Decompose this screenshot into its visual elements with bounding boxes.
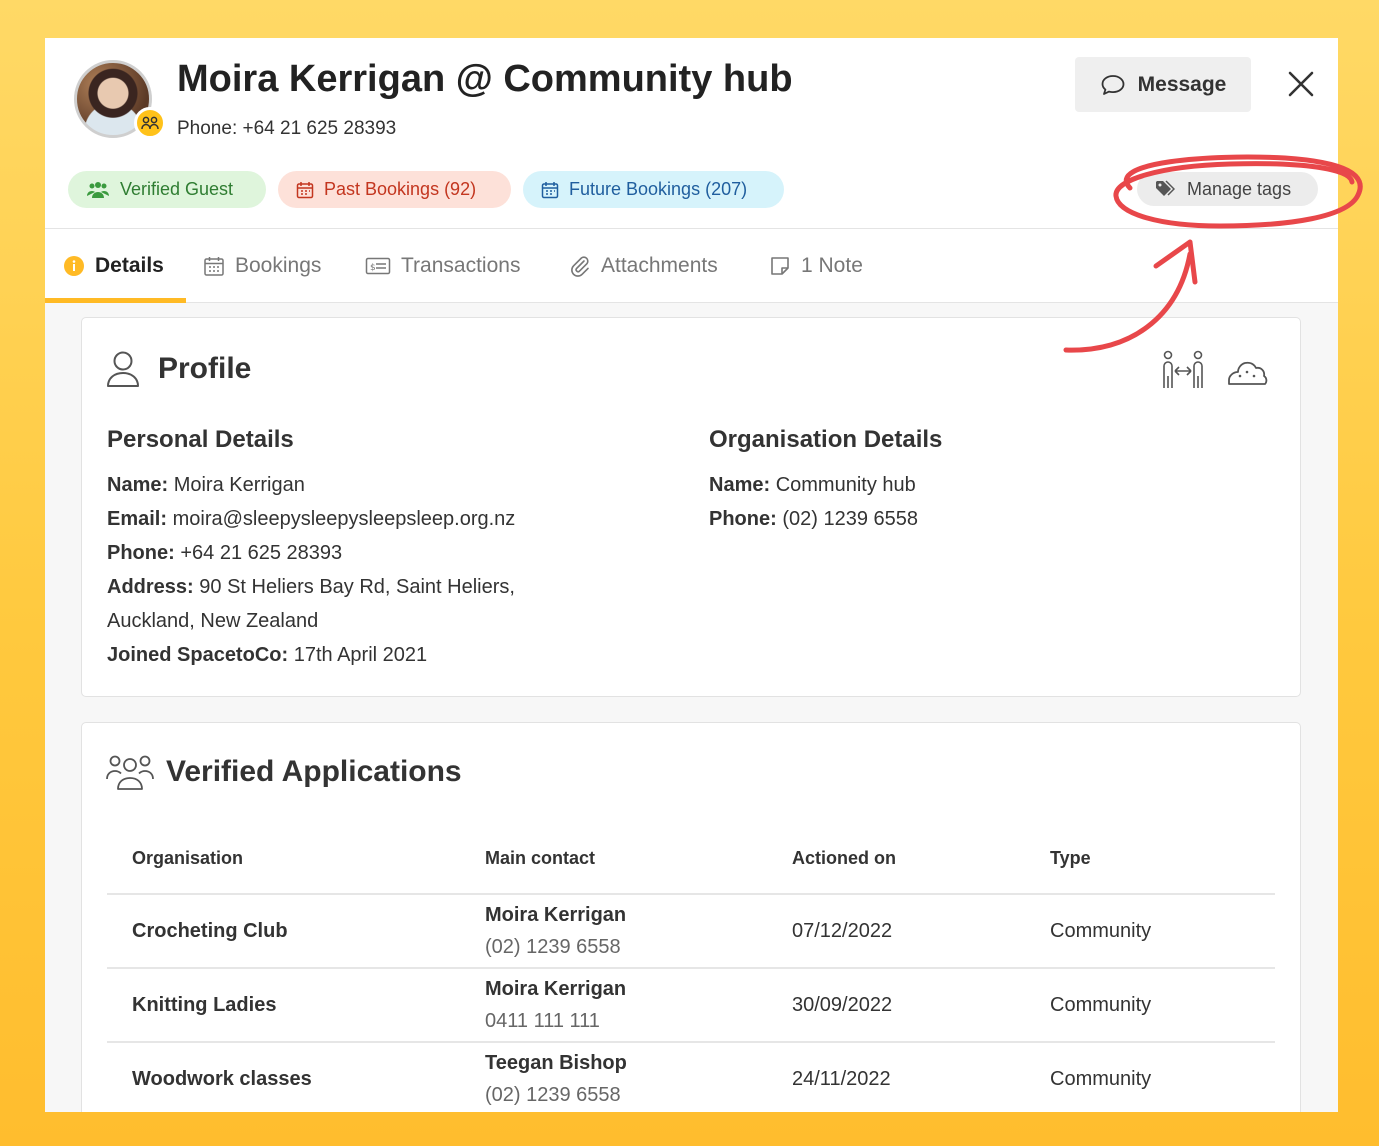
personal-email: Email: moira@sleepysleepysleepsleep.org.…: [107, 508, 516, 530]
tab-bookings[interactable]: Bookings: [203, 229, 321, 303]
tab-attachments[interactable]: Attachments: [569, 229, 718, 303]
row-organisation: Woodwork classes: [132, 1068, 312, 1090]
note-icon: [771, 257, 789, 275]
row-actioned-on: 30/09/2022: [792, 994, 893, 1016]
row-actioned-on: 07/12/2022: [792, 920, 893, 942]
tab-label: 1 Note: [801, 254, 863, 277]
tab-bar: Details Bookings $ Transactions Attachme…: [45, 228, 1338, 303]
user-icon: [107, 351, 139, 387]
personal-address-cont: Auckland, New Zealand: [107, 610, 319, 632]
personal-details-heading: Personal Details: [107, 426, 294, 453]
page-title: Moira Kerrigan @ Community hub: [177, 58, 793, 100]
row-type: Community: [1050, 920, 1152, 942]
row-contact-name: Teegan Bishop: [485, 1052, 627, 1074]
row-divider: [107, 967, 1275, 969]
org-phone: Phone: (02) 1239 6558: [709, 508, 919, 530]
calendar-icon: [296, 181, 314, 198]
tab-notes[interactable]: 1 Note: [769, 229, 863, 303]
tag-icon: [1156, 180, 1175, 196]
close-button[interactable]: [1283, 66, 1319, 102]
profile-card: Profile Personal Details Name: Moira Ker…: [81, 317, 1301, 697]
group-icon: [87, 181, 109, 198]
paperclip-icon: [571, 256, 589, 277]
personal-address: Address: 90 St Heliers Bay Rd, Saint Hel…: [107, 576, 515, 598]
tab-label: Bookings: [235, 254, 322, 277]
row-type: Community: [1050, 994, 1152, 1016]
row-contact-phone: (02) 1239 6558: [485, 1084, 621, 1106]
profile-title: Profile: [158, 352, 252, 385]
personal-name: Name: Moira Kerrigan: [107, 474, 305, 496]
organisation-details-heading: Organisation Details: [709, 426, 943, 453]
personal-phone: Phone: +64 21 625 28393: [107, 542, 343, 564]
manage-tags-button[interactable]: Manage tags: [1137, 172, 1318, 206]
active-tab-indicator: [45, 298, 186, 303]
users-icon: [106, 755, 154, 790]
svg-text:$: $: [370, 263, 376, 273]
row-divider: [107, 893, 1275, 895]
column-header[interactable]: Organisation: [132, 848, 243, 869]
receipt-icon: $: [365, 257, 391, 275]
verified-applications-title: Verified Applications: [166, 755, 462, 788]
tab-transactions[interactable]: $ Transactions: [365, 229, 520, 303]
past-bookings-badge[interactable]: Past Bookings (92): [278, 171, 511, 208]
calendar-icon: [541, 181, 559, 198]
row-organisation: Crocheting Club: [132, 920, 288, 942]
calendar-icon: [204, 257, 224, 276]
verified-guest-badge: Verified Guest: [68, 171, 266, 208]
tab-label: Attachments: [601, 254, 718, 277]
row-type: Community: [1050, 1068, 1152, 1090]
message-label: Message: [1137, 72, 1227, 96]
verified-guest-label: Verified Guest: [120, 179, 234, 199]
past-bookings-label: Past Bookings (92): [324, 179, 477, 199]
close-icon: [1288, 71, 1314, 97]
org-name: Name: Community hub: [709, 474, 916, 496]
header-phone: Phone: +64 21 625 28393: [177, 118, 397, 139]
weather-icon[interactable]: [1226, 352, 1268, 386]
organisation-details: Name: Community hub Phone: (02) 1239 655…: [709, 468, 918, 536]
personal-details: Name: Moira Kerrigan Email: moira@sleepy…: [107, 468, 515, 672]
row-organisation: Knitting Ladies: [132, 994, 277, 1016]
row-actioned-on: 24/11/2022: [792, 1068, 891, 1090]
row-contact-phone: 0411 111 111: [485, 1010, 600, 1032]
row-contact-name: Moira Kerrigan: [485, 904, 627, 926]
column-header[interactable]: Actioned on: [792, 848, 896, 869]
column-header[interactable]: Main contact: [485, 848, 595, 869]
people-transfer-icon[interactable]: [1160, 350, 1206, 390]
row-contact-name: Moira Kerrigan: [485, 978, 627, 1000]
info-icon: [64, 256, 84, 276]
manage-tags-label: Manage tags: [1187, 178, 1292, 199]
tab-label: Transactions: [401, 254, 521, 277]
chat-icon: [1101, 74, 1125, 95]
group-icon: [134, 107, 166, 139]
future-bookings-label: Future Bookings (207): [569, 179, 748, 199]
personal-joined: Joined SpacetoCo: 17th April 2021: [107, 644, 428, 666]
tab-label: Details: [95, 254, 164, 277]
message-button[interactable]: Message: [1075, 57, 1251, 112]
column-header[interactable]: Type: [1050, 848, 1091, 869]
header: Moira Kerrigan @ Community hub Phone: +6…: [45, 38, 1338, 228]
tab-details[interactable]: Details: [63, 229, 164, 303]
guest-detail-panel: Moira Kerrigan @ Community hub Phone: +6…: [45, 38, 1338, 1112]
future-bookings-badge[interactable]: Future Bookings (207): [523, 171, 784, 208]
verified-applications-card: Verified Applications Organisation Main …: [81, 722, 1301, 1112]
row-divider: [107, 1041, 1275, 1043]
row-contact-phone: (02) 1239 6558: [485, 936, 621, 958]
